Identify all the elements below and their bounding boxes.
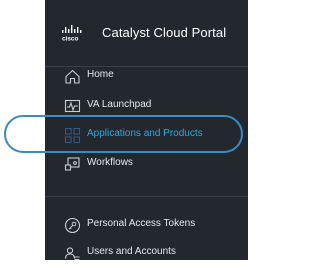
nav-label-va-launchpad: VA Launchpad (87, 99, 152, 110)
nav-label-home: Home (87, 69, 114, 80)
grid-icon (65, 128, 80, 143)
pulse-monitor-icon (64, 99, 81, 113)
nav-item-personal-access-tokens[interactable]: Personal Access Tokens (45, 210, 248, 240)
cisco-logo: cisco (62, 25, 82, 43)
sidebar: cisco Catalyst Cloud Portal Home VA Laun… (45, 0, 248, 261)
brand-header: cisco Catalyst Cloud Portal (45, 0, 248, 67)
nav-item-applications-and-products[interactable]: Applications and Products (45, 120, 248, 150)
nav-item-home[interactable]: Home (45, 61, 248, 91)
svg-text:cisco: cisco (62, 36, 78, 43)
nav-item-users-and-accounts[interactable]: Users and Accounts (45, 238, 248, 268)
nav-label-users-and-accounts: Users and Accounts (87, 246, 176, 257)
nav-label-applications-and-products: Applications and Products (87, 128, 203, 139)
app-title: Catalyst Cloud Portal (102, 25, 227, 40)
nav-label-workflows: Workflows (87, 157, 133, 168)
workflow-icon (64, 157, 80, 171)
nav-divider (45, 196, 248, 197)
nav-label-personal-access-tokens: Personal Access Tokens (87, 218, 196, 229)
users-icon (64, 247, 80, 261)
key-icon (64, 217, 81, 234)
nav-item-workflows[interactable]: Workflows (45, 149, 248, 179)
home-icon (65, 69, 80, 84)
nav-item-va-launchpad[interactable]: VA Launchpad (45, 91, 248, 121)
